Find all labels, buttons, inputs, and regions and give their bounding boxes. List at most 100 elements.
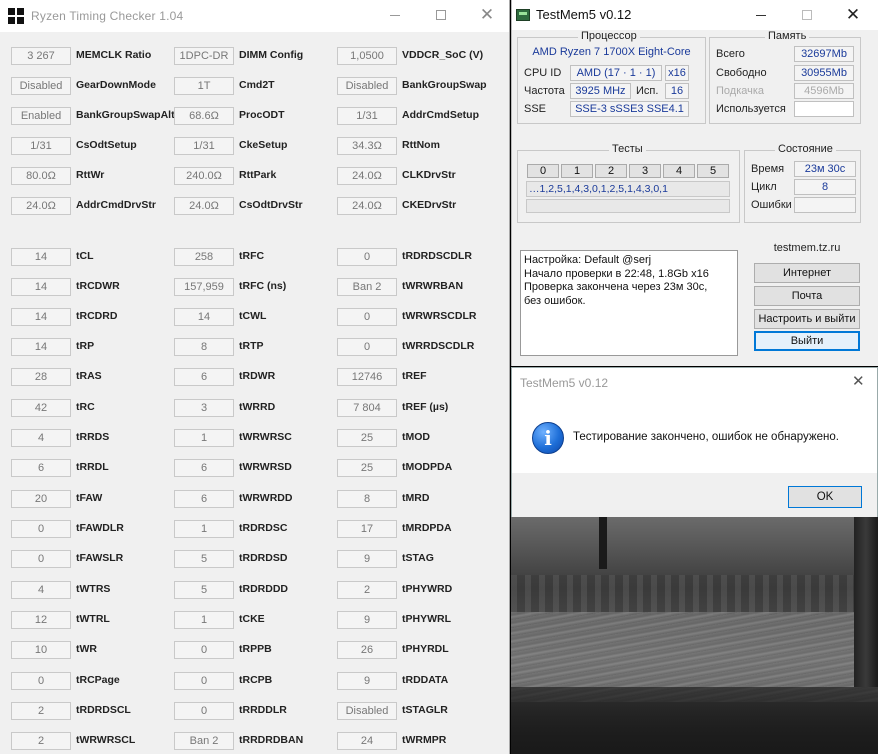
timing-label: tRP (76, 340, 95, 352)
dialog-title: TestMem5 v0.12 (520, 376, 609, 390)
timing-value: 1T (174, 77, 234, 95)
timing-value: 68.6Ω (174, 107, 234, 125)
windows-logo-icon (8, 8, 24, 24)
timing-label: tCWL (239, 310, 267, 322)
timing-label: AddrCmdSetup (402, 109, 479, 121)
timing-value: 14 (11, 278, 71, 296)
timing-value: 6 (174, 459, 234, 477)
close-icon: ✕ (479, 5, 495, 25)
timing-label: tCKE (239, 613, 265, 625)
errors-label: Ошибки (751, 199, 792, 211)
timing-label: RttPark (239, 169, 277, 181)
timing-label: MEMCLK Ratio (76, 49, 152, 61)
timing-row: Enabled BankGroupSwapAlt 68.6Ω ProcODT 1/31 A… (0, 107, 509, 125)
mail-button[interactable]: Почта (754, 286, 860, 306)
rtc-minimize-button[interactable] (372, 0, 418, 30)
used-threads-value: 16 (665, 83, 689, 99)
timing-value: 17 (337, 520, 397, 538)
rtc-title-bar[interactable]: Ryzen Timing Checker 1.04 ✕ (0, 0, 509, 32)
timing-value: Disabled (11, 77, 71, 95)
timing-label: tPHYRDL (402, 643, 449, 655)
log-textbox[interactable]: Настройка: Default @serj Начало проверки… (520, 250, 738, 356)
dialog-footer: OK (512, 473, 877, 517)
timing-value: 10 (11, 641, 71, 659)
timing-label: Cmd2T (239, 79, 275, 91)
timing-row: 12 tWTRL 1 tCKE 9 tPHYWRL (0, 611, 509, 629)
sse-label: SSE (524, 103, 547, 115)
rtc-window-title: Ryzen Timing Checker 1.04 (31, 9, 184, 23)
timing-label: tMOD (402, 431, 430, 443)
timing-value: 1 (174, 611, 234, 629)
tm-minimize-button[interactable] (738, 0, 784, 30)
timing-value: 20 (11, 490, 71, 508)
total-memory-value: 32697Mb (794, 46, 854, 62)
configure-exit-button[interactable]: Настроить и выйти (754, 309, 860, 329)
rtc-maximize-button[interactable] (418, 0, 464, 30)
tm-close-button[interactable]: ✕ (830, 0, 876, 30)
photo-fence (511, 575, 878, 615)
timing-row: 1/31 CsOdtSetup 1/31 CkeSetup 34.3Ω RttNom (0, 137, 509, 155)
timing-value: 0 (337, 308, 397, 326)
used-memory-label: Используется (716, 103, 786, 115)
exit-button[interactable]: Выйти (754, 331, 860, 351)
timing-value: 2 (337, 581, 397, 599)
ok-button[interactable]: OK (788, 486, 862, 508)
time-label: Время (751, 163, 785, 175)
timing-label: tRDDATA (402, 674, 449, 686)
timing-value: 14 (11, 338, 71, 356)
time-value: 23м 30с (794, 161, 856, 177)
used-threads-label: Исп. (636, 85, 659, 97)
test-header-3: 3 (629, 164, 661, 178)
timing-value: 80.0Ω (11, 167, 71, 185)
timing-value: 1/31 (337, 107, 397, 125)
dialog-close-button[interactable]: ✕ (852, 372, 865, 390)
internet-button[interactable]: Интернет (754, 263, 860, 283)
timing-row: 0 tFAWDLR 1 tRDRDSC 17 tMRDPDA (0, 520, 509, 538)
timing-label: tREF (402, 370, 427, 382)
timing-value: 0 (337, 248, 397, 266)
rtc-close-button[interactable]: ✕ (464, 0, 509, 30)
timing-label: tRCDWR (76, 280, 120, 292)
timing-label: tFAW (76, 492, 103, 504)
timing-value: Ban 2 (174, 732, 234, 750)
test-sequence: …1,2,5,1,4,3,0,1,2,5,1,4,3,0,1 (526, 181, 730, 197)
timing-label: tWRWRSC (239, 431, 292, 443)
log-line: Проверка закончена через 23м 30с, (524, 281, 708, 293)
timing-label: tRTP (239, 340, 264, 352)
timing-row: 0 tFAWSLR 5 tRDRDSD 9 tSTAG (0, 550, 509, 568)
timing-label: CsOdtDrvStr (239, 199, 303, 211)
cpuid-label: CPU ID (524, 67, 562, 79)
timing-label: RttWr (76, 169, 105, 181)
tests-group-title: Тесты (609, 143, 646, 155)
cpu-threads-value: x16 (665, 65, 689, 81)
desktop-background-photo (511, 517, 878, 754)
freq-value: 3925 MHz (570, 83, 631, 99)
timing-value: Disabled (337, 77, 397, 95)
timing-value: 5 (174, 550, 234, 568)
tm-title-bar[interactable]: TestMem5 v0.12 ✕ (512, 0, 878, 30)
timing-label: tWRMPR (402, 734, 447, 746)
timing-value: 3 (174, 399, 234, 417)
timing-label: tWRWRSCL (76, 734, 136, 746)
used-memory-input[interactable] (794, 101, 854, 117)
timing-label: tPHYWRD (402, 583, 453, 595)
timing-label: tMRDPDA (402, 522, 452, 534)
timing-value: 24.0Ω (11, 197, 71, 215)
timing-label: RttNom (402, 139, 440, 151)
timing-value: 24.0Ω (337, 197, 397, 215)
timing-value: 1 (174, 520, 234, 538)
timing-label: tRRDRDBAN (239, 734, 304, 746)
timing-value: 26 (337, 641, 397, 659)
errors-value (794, 197, 856, 213)
completion-dialog: TestMem5 v0.12 ✕ i Тестирование закончен… (511, 367, 878, 517)
timing-label: tWRRD (239, 401, 276, 413)
timing-label: tWTRL (76, 613, 110, 625)
timing-label: CKEDrvStr (402, 199, 457, 211)
timing-value: 24 (337, 732, 397, 750)
timing-label: tRCPage (76, 674, 120, 686)
timing-value: 258 (174, 248, 234, 266)
timing-row: 2 tWRWRSCL Ban 2 tRRDRDBAN 24 tWRMPR (0, 732, 509, 750)
photo-tree-trunk (854, 517, 878, 687)
timing-value: 9 (337, 550, 397, 568)
timing-value: 12746 (337, 368, 397, 386)
